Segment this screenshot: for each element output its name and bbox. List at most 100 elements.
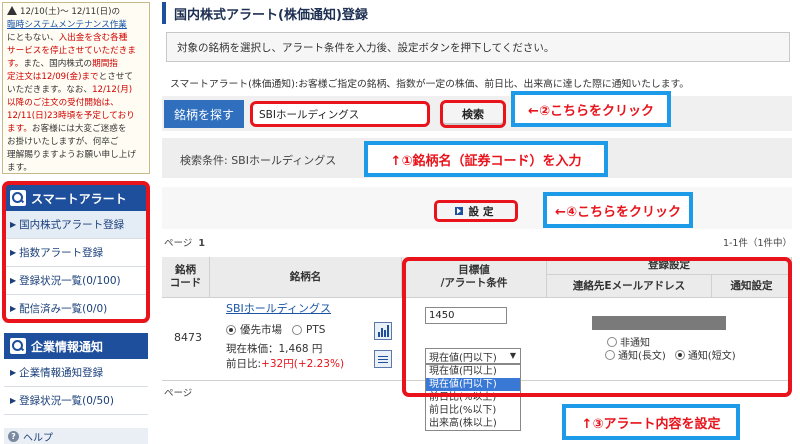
sidebar-item-label: 国内株式アラート登録 [19,219,125,231]
notice-text: また、国内株式の [23,59,93,69]
sidebar-item-label: 配信済み一覧(0/0) [19,303,108,315]
radio-label: 優先市場 [240,324,282,336]
dropdown-option[interactable]: 現在値(円以上) [426,365,520,378]
sidebar-item-stock-alert[interactable]: ▶ 国内株式アラート登録 [4,211,148,239]
radio-pts[interactable] [292,324,302,335]
sidebar-item-registration-list[interactable]: ▶ 登録状況一覧(0/100) [4,267,148,295]
smart-alert-panel: スマートアラート ▶ 国内株式アラート登録 ▶ 指数アラート登録 ▶ 登録状況一覧(0… [4,185,148,323]
change-value: +32円 [261,358,294,370]
dropdown-option-selected[interactable]: 現在値(円以下) [426,378,520,391]
sidebar-item-delivered-list[interactable]: ▶ 配信済み一覧(0/0) [4,295,148,323]
notice-warning: サービスを停止させていただきま [7,46,136,56]
sidebar-item-label: 指数アラート登録 [19,247,104,259]
alert-condition-dropdown: 現在値(円以上) 現在値(円以下) 前日比(%以上) 前日比(%以下) 出来高(… [425,364,521,431]
search-label: 銘柄を探す [164,100,244,128]
corporate-info-panel: 企業情報通知 ▶ 企業情報通知登録 ▶ 登録状況一覧(0/50) [4,333,148,415]
sidebar: 12/10(土)～ 12/11(日)の 臨時システムメンテナンス作業 にともない… [0,0,152,444]
callout-enter-stock: ↑①銘柄名（証券コード）を入力 [364,141,608,177]
notice-date: 12/10(土)～ 12/11(日)の [20,7,121,17]
radio-notify-long[interactable] [605,349,615,360]
header-name: 銘柄名 [210,257,402,297]
maintenance-link[interactable]: 臨時システムメンテナンス作業 [7,20,127,30]
notice-warning: ます。 [7,124,32,134]
help-link[interactable]: ? ヘルプ [4,428,148,444]
page-number[interactable]: 1 [198,238,205,249]
search-icon [10,190,26,206]
radio-primary-market[interactable] [226,324,236,335]
notice-warning: 以降のご注文の受付開始は、 [7,98,119,108]
pagination-bottom: ページ [164,385,192,399]
result-count: 1-1件（1件中） [722,238,792,249]
select-value: 現在値(円以下) [429,352,497,364]
search-icon [10,338,26,354]
notice-text: なお、 [66,85,93,95]
stock-code: 8473 [174,331,202,344]
change-percent: (+2.23%) [293,358,345,370]
chart-icon[interactable] [374,322,392,340]
pagination-top: ページ 1 1-1件（1件中） [164,235,792,249]
radio-notify-off[interactable] [607,336,617,347]
corporate-info-header: 企業情報通知 [4,333,148,359]
notice-text: お掛けいたしますが、何卒ご [7,137,119,147]
notice-text: とさせて [98,72,134,82]
notice-warning: す。 [7,59,24,69]
description-text: スマートアラート(株価通知):お客様ご指定の銘柄、指数が一定の株価、前日比、出来… [170,79,690,90]
search-button[interactable]: 検索 [440,100,506,128]
change-label: 前日比: [226,358,262,370]
notice-warning: 12/12(月) [92,85,133,95]
smart-alert-title: スマートアラート [31,191,127,206]
sidebar-item-corporate-list[interactable]: ▶ 登録状況一覧(0/50) [4,387,148,415]
stock-name-link[interactable]: SBIホールディングス [226,300,331,316]
header-registration: 登録設定 [547,257,792,275]
arrow-right-icon: ▶ [10,248,17,257]
market-radio-group: 優先市場 PTS [226,322,325,337]
sidebar-item-label: 登録状況一覧(0/100) [19,275,121,287]
help-icon: ? [8,430,19,442]
smart-alert-header: スマートアラート [4,185,148,211]
sidebar-item-label: 登録状況一覧(0/50) [19,395,114,407]
dropdown-option[interactable]: 出来高(株以上) [426,417,520,430]
page-label: ページ [164,238,193,249]
instruction-text: 対象の銘柄を選択し、アラート条件を入力後、設定ボタンを押下してください。 [177,41,555,54]
sidebar-item-label: 企業情報通知登録 [19,367,104,379]
page-label: ページ [164,388,193,399]
set-button[interactable]: 設定 [434,200,518,222]
dropdown-option[interactable]: 前日比(%以上) [426,391,520,404]
document-icon[interactable] [374,350,392,368]
sidebar-item-corporate-register[interactable]: ▶ 企業情報通知登録 [4,359,148,387]
chevron-down-icon: ▼ [509,351,516,360]
arrow-right-icon: ▶ [10,368,17,377]
help-label: ヘルプ [23,432,53,444]
dropdown-option[interactable]: 前日比(%以下) [426,404,520,417]
play-icon [454,207,463,215]
set-button-label: 設定 [468,205,498,218]
radio-notify-short[interactable] [674,349,685,360]
arrow-right-icon: ▶ [10,304,17,313]
notice-warning: 期間指 [92,59,118,69]
header-notify: 通知設定 [712,275,792,297]
header-target: 目標値 /アラート条件 [402,257,547,297]
arrow-right-icon: ▶ [10,396,17,405]
notice-warning: 12/11(日)23時頃を予定しており [7,111,135,121]
current-price: 現在株価：1,468 円 [226,343,323,355]
sidebar-item-index-alert[interactable]: ▶ 指数アラート登録 [4,239,148,267]
stock-search-input[interactable] [250,101,430,127]
instruction-box: 対象の銘柄を選択し、アラート条件を入力後、設定ボタンを押下してください。 [166,32,790,62]
notice-text: お客様には大変ご迷惑を [31,124,127,134]
notice-text: ます。 [7,163,32,173]
notify-options: 通知(長文) 通知(短文) [605,347,736,362]
header-code: 銘柄 コード [162,257,210,297]
email-address-masked [592,316,726,330]
radio-label: 通知(短文) [687,351,736,362]
arrow-right-icon: ▶ [10,220,17,229]
header-email: 連絡先Eメールアドレス [547,275,712,297]
radio-label: PTS [306,323,326,336]
radio-label: 通知(長文) [618,351,666,362]
callout-set-alert: ↑③アラート内容を設定 [562,404,740,440]
notice-text: いただきます。 [7,85,67,95]
callout-click-set: ←④こちらをクリック [543,192,693,228]
maintenance-notice: 12/10(土)～ 12/11(日)の 臨時システムメンテナンス作業 にともない… [2,2,150,174]
alert-condition-select[interactable]: 現在値(円以下) ▼ [425,348,521,364]
target-value-input[interactable] [425,307,507,324]
warning-icon [7,6,17,15]
